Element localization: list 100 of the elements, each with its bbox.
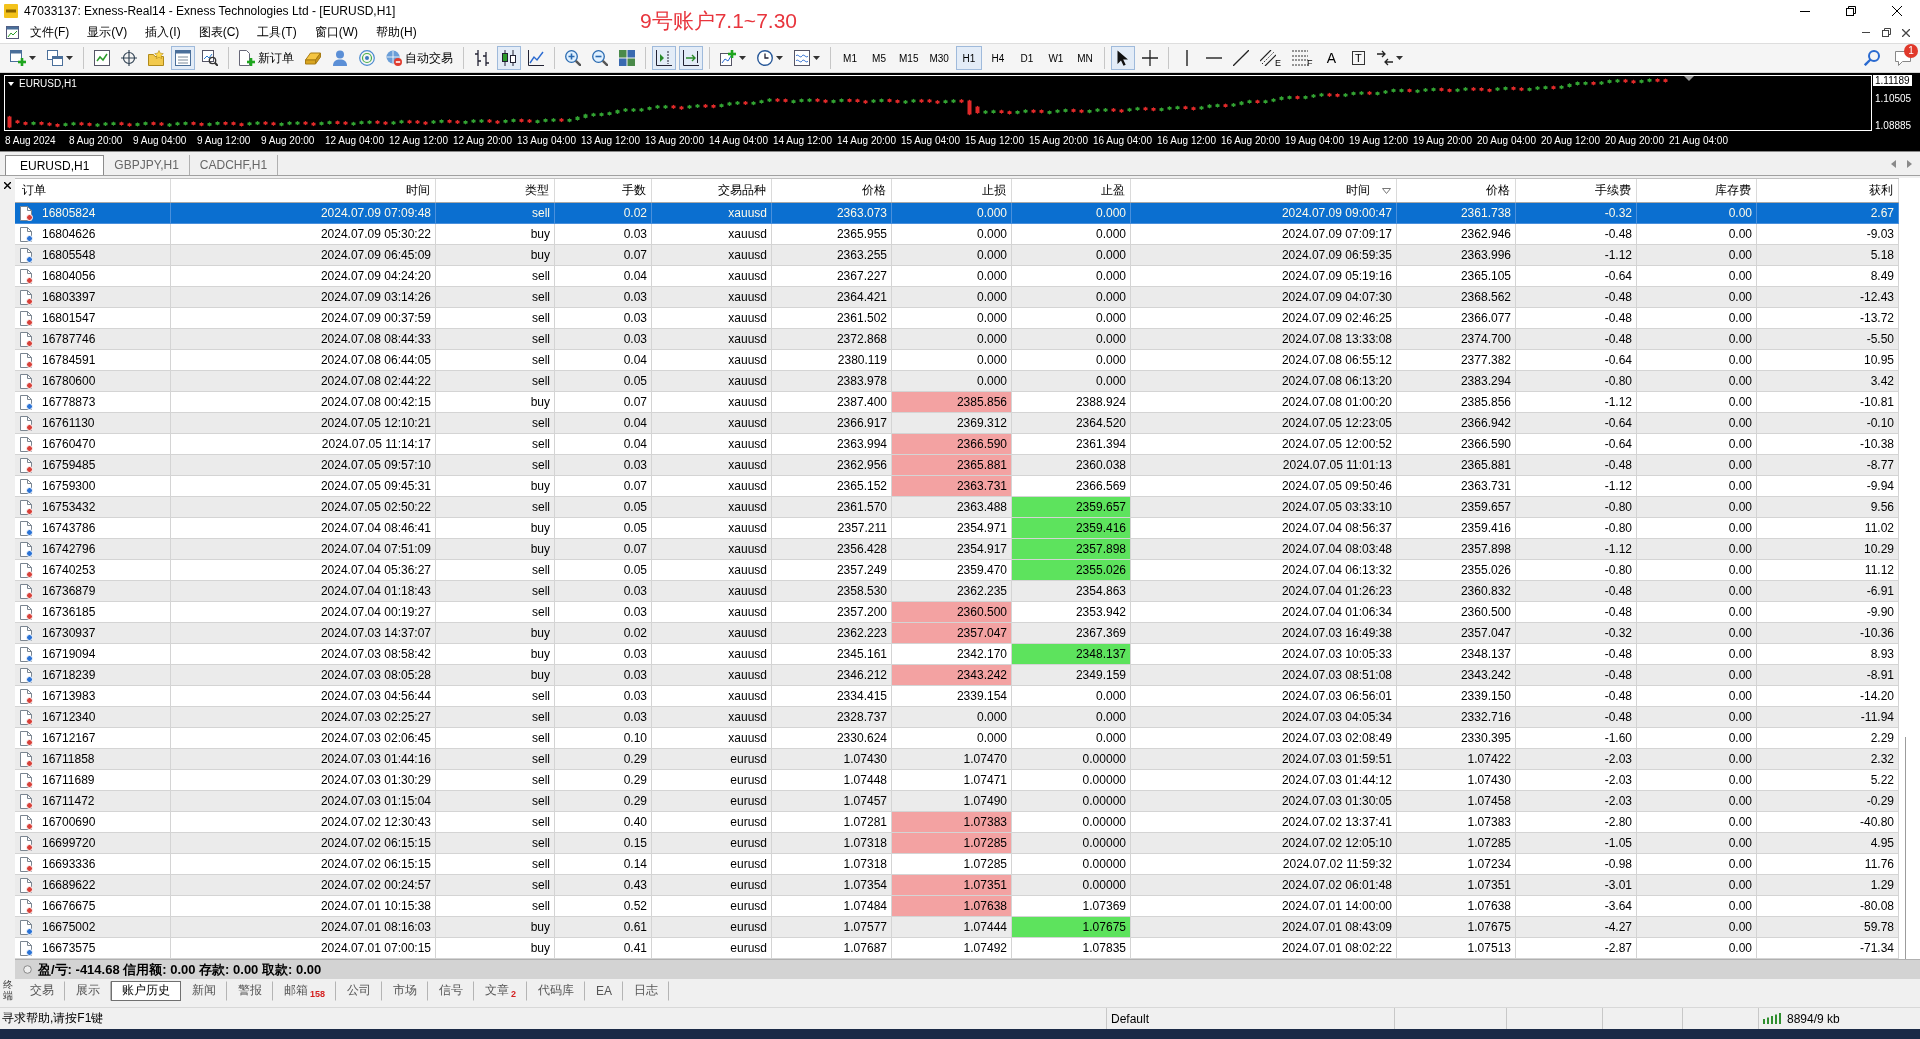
timeframe-button[interactable]: M5: [866, 46, 892, 70]
close-button[interactable]: [2, 180, 13, 191]
menu-item[interactable]: 图表(C): [189, 23, 249, 42]
timeframe-button[interactable]: H4: [984, 46, 1011, 70]
timeframe-button[interactable]: H1: [955, 46, 982, 70]
table-cell: 16743786: [42, 521, 96, 535]
table-row[interactable]: 16743786 2024.07.04 08:46:41 buy 0.05 xauusd 2357.211 2354.971 2359.416 2024.07.04 08:56:37 2359.416 -0.80 0.00 11.02: [15, 518, 1899, 539]
panel-tab[interactable]: 交易: [19, 980, 65, 1001]
timeframe-button[interactable]: M1: [837, 46, 863, 70]
time-label: 15 Aug 12:00: [965, 134, 1024, 146]
table-row[interactable]: 16780600 2024.07.08 02:44:22 sell 0.05 xauusd 2383.978 0.000 0.000 2024.07.08 06:13:20 2383.294 -0.80 0.00 3.42: [15, 371, 1899, 392]
panel-tab[interactable]: 市场: [382, 980, 429, 1001]
panel-tab[interactable]: 信号: [428, 980, 475, 1001]
column-header[interactable]: 时间: [406, 182, 430, 199]
column-header[interactable]: 库存费: [1715, 182, 1751, 199]
column-header[interactable]: 价格: [1486, 182, 1510, 199]
table-row[interactable]: 16761130 2024.07.05 12:10:21 sell 0.04 xauusd 2366.917 2369.312 2364.520 2024.07.05 12:23:05 2366.942 -0.64 0.00 -0.10: [15, 413, 1899, 434]
table-row[interactable]: 16784591 2024.07.08 06:44:05 sell 0.04 xauusd 2380.119 0.000 0.000 2024.07.08 06:55:12 2377.382 -0.64 0.00 10.95: [15, 350, 1899, 371]
table-row[interactable]: 16803397 2024.07.09 03:14:26 sell 0.03 xauusd 2364.421 0.000 0.000 2024.07.09 04:07:30 2368.562 -0.48 0.00 -12.43: [15, 287, 1899, 308]
autoscroll-button[interactable]: [679, 46, 703, 70]
menu-item[interactable]: 显示(V): [78, 23, 137, 42]
table-row[interactable]: 16759300 2024.07.05 09:45:31 buy 0.07 xauusd 2365.152 2363.731 2366.569 2024.07.05 09:50:46 2363.731 -1.12 0.00 -9.94: [15, 476, 1899, 497]
column-header[interactable]: 手续费: [1595, 182, 1631, 199]
column-header[interactable]: 价格: [862, 182, 886, 199]
table-cell: 2365.881: [892, 455, 1012, 476]
text-label-button[interactable]: T: [1346, 46, 1371, 70]
panel-tab[interactable]: 警报: [227, 980, 273, 1001]
table-row[interactable]: 16805548 2024.07.09 06:45:09 buy 0.07 xauusd 2363.255 0.000 0.000 2024.07.09 06:59:35 2363.996 -1.12 0.00 5.18: [15, 245, 1899, 266]
panel-tab[interactable]: 账户历史: [111, 980, 181, 1001]
column-header[interactable]: 时间: [1346, 182, 1370, 199]
table-row[interactable]: 16730937 2024.07.03 14:37:07 buy 0.02 xauusd 2362.223 2357.047 2367.369 2024.07.03 16:49:38 2357.047 -0.32 0.00 -10.36: [15, 623, 1899, 644]
table-row[interactable]: 16711689 2024.07.03 01:30:29 sell 0.29 eurusd 1.07448 1.07471 0.00000 2024.07.03 01:44:12 1.07430 -2.03 0.00 5.22: [15, 770, 1899, 791]
timeframe-button[interactable]: W1: [1042, 46, 1069, 70]
table-row[interactable]: 16712340 2024.07.03 02:25:27 sell 0.03 xauusd 2328.737 0.000 0.000 2024.07.03 04:05:34 2332.716 -0.48 0.00 -11.94: [15, 707, 1899, 728]
terminal-button[interactable]: [171, 46, 195, 70]
chart-tab[interactable]: CADCHF,H1: [189, 155, 279, 175]
column-header[interactable]: 止盈: [1101, 182, 1125, 199]
table-row[interactable]: 16718239 2024.07.03 08:05:28 buy 0.03 xauusd 2346.212 2343.242 2349.159 2024.07.03 08:51:08 2343.242 -0.48 0.00 -8.91: [15, 665, 1899, 686]
column-header[interactable]: 交易品种: [718, 182, 766, 199]
panel-tab[interactable]: EA: [585, 980, 624, 1001]
text-tool-button[interactable]: A: [1319, 46, 1344, 70]
panel-tab[interactable]: 代码库: [527, 980, 586, 1001]
table-row[interactable]: 16742796 2024.07.04 07:51:09 buy 0.07 xauusd 2356.428 2354.917 2357.898 2024.07.04 08:03:48 2357.898 -1.12 0.00 10.29: [15, 539, 1899, 560]
timeframe-button[interactable]: D1: [1013, 46, 1040, 70]
table-row[interactable]: 16753432 2024.07.05 02:50:22 sell 0.05 xauusd 2361.570 2363.488 2359.657 2024.07.05 03:33:10 2359.657 -0.80 0.00 9.56: [15, 497, 1899, 518]
column-header[interactable]: 获利: [1869, 182, 1893, 199]
document-icon: [20, 793, 33, 809]
table-cell: 2360.500: [892, 602, 1012, 623]
table-row[interactable]: 16693336 2024.07.02 06:15:15 sell 0.14 eurusd 1.07318 1.07285 0.00000 2024.07.02 11:59:32 1.07234 -0.98 0.00 11.76: [15, 854, 1899, 875]
panel-tab[interactable]: 新闻: [181, 980, 227, 1001]
channel-button[interactable]: E: [1255, 46, 1285, 70]
table-row[interactable]: 16689622 2024.07.02 00:24:57 sell 0.43 eurusd 1.07354 1.07351 0.00000 2024.07.02 06:01:48 1.07351 -3.01 0.00 1.29: [15, 875, 1899, 896]
table-row[interactable]: 16736185 2024.07.04 00:19:27 sell 0.03 xauusd 2357.200 2360.500 2353.942 2024.07.04 01:06:34 2360.500 -0.48 0.00 -9.90: [15, 602, 1899, 623]
table-row[interactable]: 16805824 2024.07.09 07:09:48 sell 0.02 xauusd 2363.073 0.000 0.000 2024.07.09 09:00:47 2361.738 -0.32 0.00 2.67: [15, 203, 1899, 224]
candlestick-button[interactable]: [497, 46, 521, 70]
menu-item[interactable]: 插入(I): [136, 23, 190, 42]
table-row[interactable]: 16804056 2024.07.09 04:24:20 sell 0.04 xauusd 2367.227 0.000 0.000 2024.07.09 05:19:16 2365.105 -0.64 0.00 8.49: [15, 266, 1899, 287]
panel-tab[interactable]: 公司: [336, 980, 383, 1001]
column-header[interactable]: 订单: [22, 182, 46, 199]
new-order-button[interactable]: 新订单: [235, 46, 298, 70]
column-header[interactable]: 止损: [982, 182, 1006, 199]
menu-item[interactable]: 文件(F): [21, 23, 79, 42]
chart-tab[interactable]: EURUSD,H1: [5, 155, 105, 175]
table-row[interactable]: 16711472 2024.07.03 01:15:04 sell 0.29 eurusd 1.07457 1.07490 0.00000 2024.07.03 01:30:05 1.07458 -2.03 0.00 -0.29: [15, 791, 1899, 812]
table-row[interactable]: 16804626 2024.07.09 05:30:22 buy 0.03 xauusd 2365.955 0.000 0.000 2024.07.09 07:09:17 2362.946 -0.48 0.00 -9.03: [15, 224, 1899, 245]
table-row[interactable]: 16801547 2024.07.09 00:37:59 sell 0.03 xauusd 2361.502 0.000 0.000 2024.07.09 02:46:25 2366.077 -0.48 0.00 -13.72: [15, 308, 1899, 329]
alerts-button[interactable]: 1: [1891, 46, 1915, 70]
table-row[interactable]: 16673575 2024.07.01 07:00:15 buy 0.41 eurusd 1.07687 1.07492 1.07835 2024.07.01 08:02:22 1.07513 -2.87 0.00 -71.34: [15, 938, 1899, 959]
table-row[interactable]: 16711858 2024.07.03 01:44:16 sell 0.29 eurusd 1.07430 1.07470 0.00000 2024.07.03 01:59:51 1.07422 -2.03 0.00 2.32: [15, 749, 1899, 770]
menu-item[interactable]: 帮助(H): [367, 23, 426, 42]
table-row[interactable]: 16760470 2024.07.05 11:14:17 sell 0.04 xauusd 2363.994 2366.590 2361.394 2024.07.05 12:00:52 2366.590 -0.64 0.00 -10.38: [15, 434, 1899, 455]
panel-tab[interactable]: 日志: [623, 980, 670, 1001]
timeframe-button[interactable]: M15: [895, 46, 923, 70]
table-row[interactable]: 16699720 2024.07.02 06:15:15 sell 0.15 eurusd 1.07318 1.07285 0.00000 2024.07.02 12:05:10 1.07285 -1.05 0.00 4.95: [15, 833, 1899, 854]
table-row[interactable]: 16759485 2024.07.05 09:57:10 sell 0.03 xauusd 2362.956 2365.881 2360.038 2024.07.05 11:01:13 2365.881 -0.48 0.00 -8.77: [15, 455, 1899, 476]
column-header[interactable]: 类型: [525, 182, 549, 199]
menu-item[interactable]: 工具(T): [248, 23, 306, 42]
table-row[interactable]: 16700690 2024.07.02 12:30:43 sell 0.40 eurusd 1.07281 1.07383 0.00000 2024.07.02 13:37:41 1.07383 -2.80 0.00 -40.80: [15, 812, 1899, 833]
table-row[interactable]: 16719094 2024.07.03 08:58:42 buy 0.03 xauusd 2345.161 2342.170 2348.137 2024.07.03 10:05:33 2348.137 -0.48 0.00 8.93: [15, 644, 1899, 665]
table-cell: 2357.898: [1012, 539, 1131, 560]
table-row[interactable]: 16675002 2024.07.01 08:16:03 buy 0.61 eurusd 1.07577 1.07444 1.07675 2024.07.01 08:43:09 1.07675 -4.27 0.00 59.78: [15, 917, 1899, 938]
menu-item[interactable]: 窗口(W): [305, 23, 367, 42]
table-row[interactable]: 16778873 2024.07.08 00:42:15 buy 0.07 xauusd 2387.400 2385.856 2388.924 2024.07.08 01:00:20 2385.856 -1.12 0.00 -10.81: [15, 392, 1899, 413]
chart-shift-button[interactable]: [652, 46, 676, 70]
timeframe-button[interactable]: MN: [1071, 46, 1098, 70]
table-row[interactable]: 16713983 2024.07.03 04:56:44 sell 0.03 xauusd 2334.415 2339.154 0.000 2024.07.03 06:56:01 2339.150 -0.48 0.00 -14.20: [15, 686, 1899, 707]
column-header[interactable]: 手数: [622, 182, 646, 199]
price-label: 1.11189: [1873, 75, 1912, 86]
cursor-button[interactable]: [1110, 46, 1135, 70]
fibonacci-button[interactable]: F: [1287, 46, 1317, 70]
table-cell: 16718239: [42, 668, 96, 682]
timeframe-button[interactable]: M30: [925, 46, 953, 70]
table-row[interactable]: 16740253 2024.07.04 05:36:27 sell 0.05 xauusd 2357.249 2359.470 2355.026 2024.07.04 06:13:32 2355.026 -0.80 0.00 11.12: [15, 560, 1899, 581]
table-row[interactable]: 16676675 2024.07.01 10:15:38 sell 0.52 eurusd 1.07484 1.07638 1.07369 2024.07.01 14:00:00 1.07638 -3.64 0.00 -80.08: [15, 896, 1899, 917]
table-row[interactable]: 16736879 2024.07.04 01:18:43 sell 0.03 xauusd 2358.530 2362.235 2354.863 2024.07.04 01:26:23 2360.832 -0.48 0.00 -6.91: [15, 581, 1899, 602]
auto-trading-button[interactable]: 自动交易: [382, 46, 457, 70]
chart-tab[interactable]: GBPJPY,H1: [104, 155, 190, 175]
table-cell: 16676675: [42, 899, 96, 913]
table-row[interactable]: 16787746 2024.07.08 08:44:33 sell 0.03 xauusd 2372.868 0.000 0.000 2024.07.08 13:33:08 2374.700 -0.48 0.00 -5.50: [15, 329, 1899, 350]
table-row[interactable]: 16712167 2024.07.03 02:06:45 sell 0.10 xauusd 2330.624 0.000 0.000 2024.07.03 02:08:49 2330.395 -1.60 0.00 2.29: [15, 728, 1899, 749]
